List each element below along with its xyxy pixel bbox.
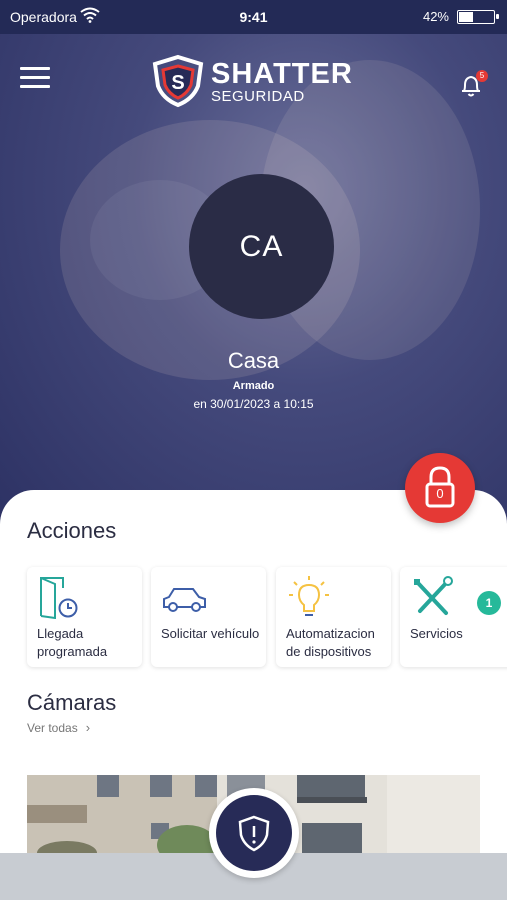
battery-percent: 42%: [422, 9, 449, 24]
brand-name: SHATTER: [211, 58, 353, 90]
services-count-badge: 1: [477, 591, 501, 615]
action-label: Servicios: [410, 626, 463, 641]
action-label: Automatizacion de dispositivos: [286, 626, 375, 659]
hamburger-menu-icon[interactable]: [20, 67, 50, 91]
tools-icon: [414, 576, 453, 615]
arm-status: Armado: [232, 380, 275, 392]
notification-count-badge: 5: [476, 70, 488, 82]
notifications-button[interactable]: 5: [456, 70, 488, 100]
site-name: Casa: [227, 348, 280, 373]
panic-shield-button[interactable]: [209, 788, 299, 878]
action-card-vehiculo[interactable]: Solicitar vehículo: [151, 567, 266, 667]
status-bar: Operadora 9:41 42%: [0, 0, 507, 34]
site-avatar[interactable]: CA: [189, 174, 334, 319]
lightbulb-icon: [289, 576, 329, 616]
shield-alert-icon: [238, 815, 270, 852]
door-clock-icon: [40, 577, 78, 619]
brand-subtitle: SEGURIDAD: [211, 88, 305, 105]
ver-todas-label: Ver todas: [27, 721, 78, 735]
action-card-llegada[interactable]: Llegada programada: [27, 567, 142, 667]
shield-logo-icon: S: [152, 54, 204, 108]
action-label: Llegada programada: [37, 626, 108, 659]
lock-button[interactable]: 0: [405, 453, 475, 523]
chevron-right-icon: ›: [85, 720, 91, 735]
actions-list: Llegada programada Solicitar vehículo Au…: [27, 567, 507, 667]
arm-status-time: en 30/01/2023 a 10:15: [193, 397, 314, 411]
car-icon: [163, 588, 206, 612]
camaras-title: Cámaras: [27, 690, 117, 715]
brand-logo: S SHATTER SEGURIDAD: [151, 54, 361, 108]
action-label: Solicitar vehículo: [161, 626, 260, 641]
acciones-title: Acciones: [27, 518, 117, 543]
lock-count: 0: [436, 486, 444, 501]
action-card-servicios[interactable]: Servicios: [400, 567, 507, 667]
ver-todas-link[interactable]: Ver todas ›: [27, 720, 90, 735]
battery-icon: [457, 10, 499, 24]
svg-text:S: S: [171, 72, 184, 94]
action-card-automatizacion[interactable]: Automatizacion de dispositivos: [276, 567, 391, 667]
